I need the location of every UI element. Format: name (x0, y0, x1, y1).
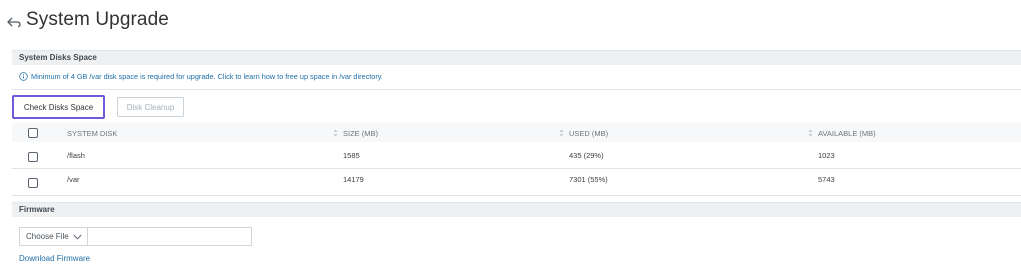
choose-file-label: Choose File (26, 232, 69, 241)
disk-cleanup-button[interactable]: Disk Cleanup (117, 97, 184, 117)
row-checkbox[interactable] (28, 152, 38, 162)
cell-used: 435 (29%) (569, 151, 604, 160)
cell-disk: /flash (67, 151, 85, 160)
back-arrow-icon[interactable] (6, 14, 22, 30)
selected-file-name (90, 228, 250, 245)
select-all-checkbox[interactable] (28, 128, 38, 138)
cell-size: 14179 (343, 175, 364, 184)
disk-space-info-link[interactable]: Minimum of 4 GB /var disk space is requi… (19, 72, 383, 81)
download-firmware-link[interactable]: Download Firmware (19, 254, 90, 263)
column-header-available[interactable]: AVAILABLE (MB) (818, 129, 876, 138)
page-header: System Upgrade (0, 0, 1021, 44)
chevron-down-icon (73, 234, 82, 240)
file-picker[interactable]: Choose File (19, 227, 252, 246)
divider (12, 89, 1021, 90)
page-title: System Upgrade (26, 9, 169, 30)
row-divider (12, 168, 1021, 169)
cell-used: 7301 (55%) (569, 175, 608, 184)
row-divider (12, 195, 1021, 196)
info-circle-icon (19, 72, 28, 81)
cell-size: 1585 (343, 151, 360, 160)
cell-available: 5743 (818, 175, 835, 184)
info-text: Minimum of 4 GB /var disk space is requi… (31, 72, 383, 81)
row-checkbox[interactable] (28, 178, 38, 188)
choose-file-button[interactable]: Choose File (20, 228, 88, 245)
cell-disk: /var (67, 175, 80, 184)
column-header-used[interactable]: USED (MB) (569, 129, 608, 138)
table-row[interactable]: /var 14179 7301 (55%) 5743 (12, 170, 1021, 191)
table-row[interactable]: /flash 1585 435 (29%) 1023 (12, 146, 1021, 167)
column-header-system-disk[interactable]: SYSTEM DISK (67, 129, 117, 138)
disks-table-header: SYSTEM DISK SIZE (MB) USED (MB) AVAILABL… (12, 123, 1021, 142)
check-disks-space-button[interactable]: Check Disks Space (12, 95, 105, 119)
section-header-disks: System Disks Space (12, 50, 1021, 65)
cell-available: 1023 (818, 151, 835, 160)
sort-icon[interactable] (559, 129, 564, 137)
column-header-size[interactable]: SIZE (MB) (343, 129, 378, 138)
sort-icon[interactable] (333, 129, 338, 137)
sort-icon[interactable] (808, 129, 813, 137)
section-header-firmware: Firmware (12, 202, 1021, 217)
